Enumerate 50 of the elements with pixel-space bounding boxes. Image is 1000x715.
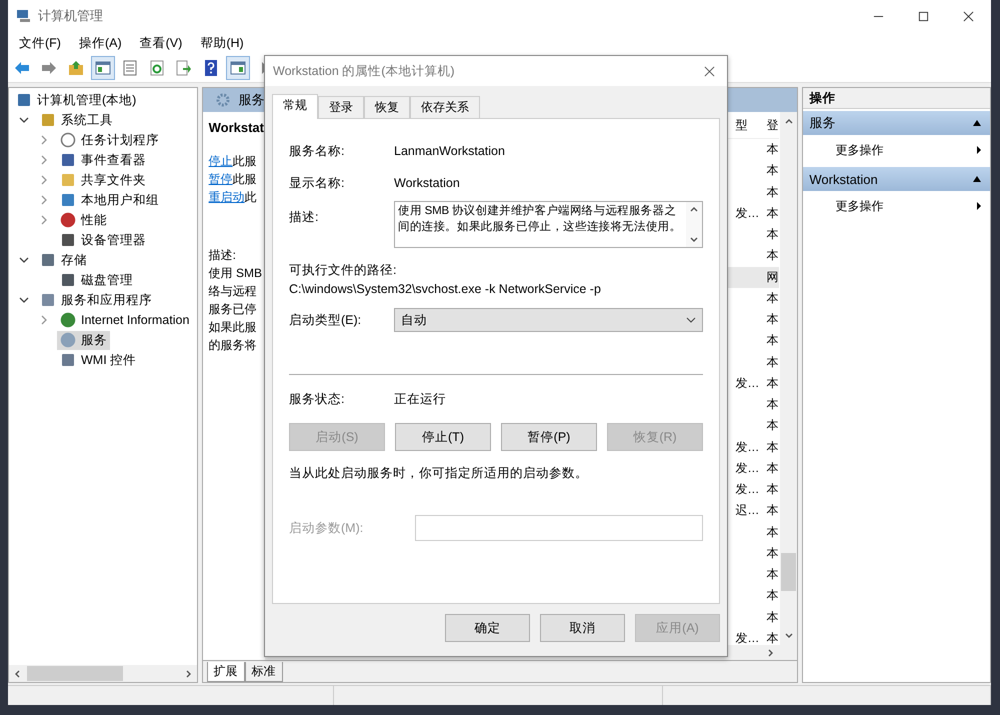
table-cell: 发… — [735, 630, 760, 645]
section-title: 服务 — [809, 114, 836, 132]
table-cell: 发… — [735, 440, 760, 454]
field-label: 服务名称: — [289, 142, 346, 160]
table-cell: 本 — [766, 566, 780, 584]
window-title: 计算机管理 — [38, 7, 103, 25]
field-label: 显示名称: — [289, 174, 346, 192]
service-title: Workstat — [208, 120, 265, 135]
hint-text: 当从此处启动服务时，你可指定所适用的启动参数。 — [289, 465, 589, 482]
table-cell: 本 — [766, 460, 780, 477]
table-cell: 本 — [766, 374, 780, 392]
description-label: 描述: — [208, 247, 237, 264]
table-cell: 本 — [766, 502, 780, 520]
table-cell: 本 — [766, 247, 780, 264]
field-value: LanmanWorkstation — [394, 144, 505, 158]
status-value: 正在运行 — [394, 390, 446, 408]
section-title: Workstation — [809, 172, 879, 186]
description-line: 使用 SMB — [208, 265, 263, 282]
pane-title: 服务 — [238, 91, 265, 109]
table-cell: 本 — [766, 481, 780, 498]
description-line: 如果此服 — [208, 319, 258, 336]
table-cell: 迟… — [735, 503, 760, 518]
table-cell: 本 — [766, 544, 780, 562]
table-cell: 发… — [735, 206, 760, 220]
field-label: 描述: — [289, 209, 320, 226]
table-cell: 本 — [766, 332, 780, 350]
field-label: 服务状态: — [289, 390, 346, 408]
table-cell: 网 — [766, 268, 780, 286]
path-value: C:\windows\System32\svchost.exe -k NetworkService -p — [289, 282, 602, 298]
table-cell: 本 — [766, 354, 780, 371]
table-cell: 本 — [766, 630, 780, 647]
table-cell: 发… — [735, 482, 760, 496]
actions-title: 操作 — [803, 88, 990, 109]
table-cell: 发… — [735, 376, 760, 390]
link-suffix: 此服 — [232, 172, 257, 186]
table-cell: 本 — [766, 438, 780, 456]
table-cell: 发… — [735, 460, 760, 475]
table-cell: 本 — [766, 162, 780, 180]
field-label: 可执行文件的路径: — [289, 262, 398, 279]
table-cell: 本 — [766, 587, 780, 604]
field-value: Workstation — [394, 176, 460, 190]
table-cell: 本 — [766, 204, 780, 222]
field-label: 启动类型(E): — [289, 312, 362, 328]
description-line: 络与远程 — [208, 283, 258, 300]
description-line: 的服务将 — [208, 337, 258, 354]
description-line: 服务已停 — [208, 301, 258, 318]
field-label: 启动参数(M): — [289, 520, 364, 536]
link-suffix: 此 — [244, 190, 257, 204]
link-suffix: 此服 — [232, 154, 257, 168]
dialog-title: Workstation 的属性(本地计算机) — [273, 62, 456, 80]
